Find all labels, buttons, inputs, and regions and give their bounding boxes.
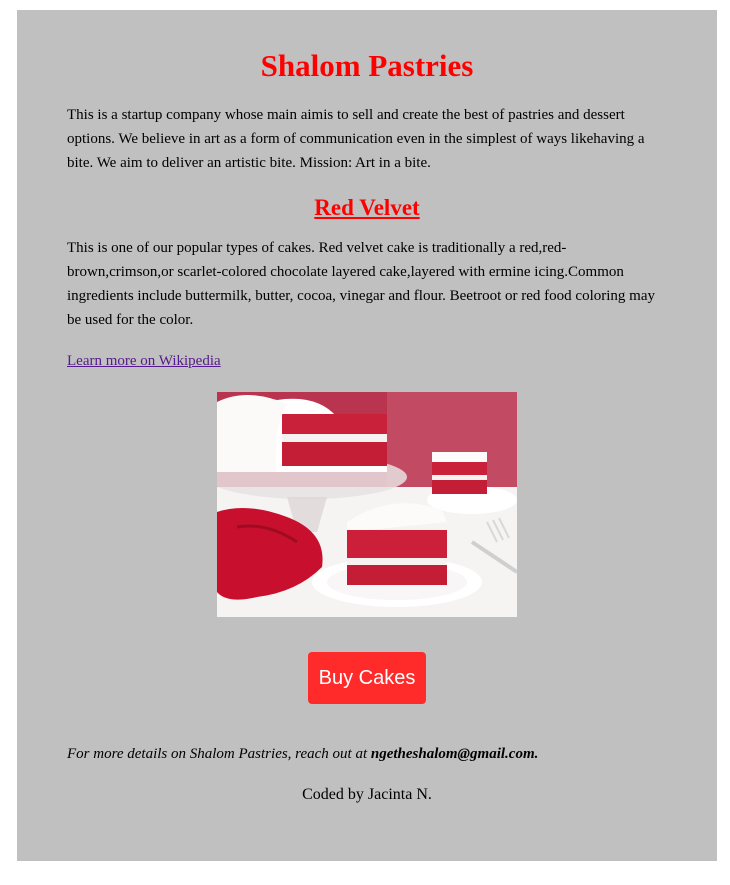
contact-text: For more details on Shalom Pastries, rea… xyxy=(67,742,667,766)
buy-button-wrapper: Buy Cakes xyxy=(67,652,667,704)
cake-illustration xyxy=(217,392,517,617)
cake-image xyxy=(217,392,517,617)
product-title: Red Velvet xyxy=(314,195,420,220)
page-title: Shalom Pastries xyxy=(260,48,474,83)
buy-cakes-button[interactable]: Buy Cakes xyxy=(307,652,427,704)
contact-prefix: For more details on Shalom Pastries, rea… xyxy=(67,746,371,762)
intro-paragraph: This is a startup company whose main aim… xyxy=(67,107,645,171)
page-container: Shalom Pastries This is a startup compan… xyxy=(17,10,717,861)
wikipedia-link[interactable]: Learn more on Wikipedia xyxy=(67,349,221,373)
product-description: This is one of our popular types of cake… xyxy=(67,240,655,328)
credit-text: Coded by Jacinta N. xyxy=(302,786,432,803)
contact-email: ngetheshalom@gmail.com. xyxy=(370,746,539,762)
